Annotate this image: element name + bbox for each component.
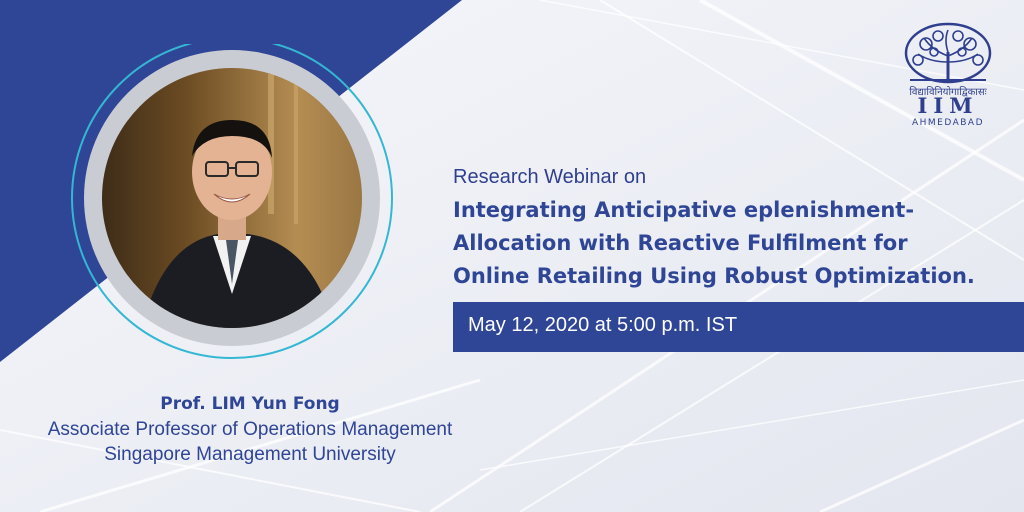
speaker-organization: Singapore Management University bbox=[104, 444, 396, 465]
speaker-role: Associate Professor of Operations Manage… bbox=[47, 419, 453, 440]
event-title-line: Online Retailing Using Robust Optimizati… bbox=[453, 264, 975, 288]
event-date-banner: May 12, 2020 at 5:00 p.m. IST bbox=[453, 302, 1024, 352]
event-subtitle: Research Webinar on bbox=[453, 166, 647, 188]
speaker-photo-frame bbox=[68, 44, 396, 372]
speaker-info: Prof. LIM Yun Fong Associate Professor o… bbox=[0, 392, 500, 467]
iim-tree-emblem-icon bbox=[904, 22, 992, 84]
event-title-line: Allocation with Reactive Fulfilment for bbox=[453, 231, 908, 255]
iim-ahmedabad-logo: विद्याविनियोगाद्विकासः IIM AHMEDABAD bbox=[896, 22, 1000, 130]
event-title-line: Integrating Anticipative eplenishment- bbox=[453, 198, 915, 222]
event-date: May 12, 2020 at 5:00 p.m. IST bbox=[468, 314, 738, 336]
logo-city: AHMEDABAD bbox=[911, 118, 985, 128]
speaker-name: Prof. LIM Yun Fong bbox=[160, 394, 340, 414]
logo-letters: IIM bbox=[917, 93, 979, 118]
speaker-portrait bbox=[102, 68, 362, 328]
event-title: Integrating Anticipative eplenishment- A… bbox=[453, 194, 1013, 293]
